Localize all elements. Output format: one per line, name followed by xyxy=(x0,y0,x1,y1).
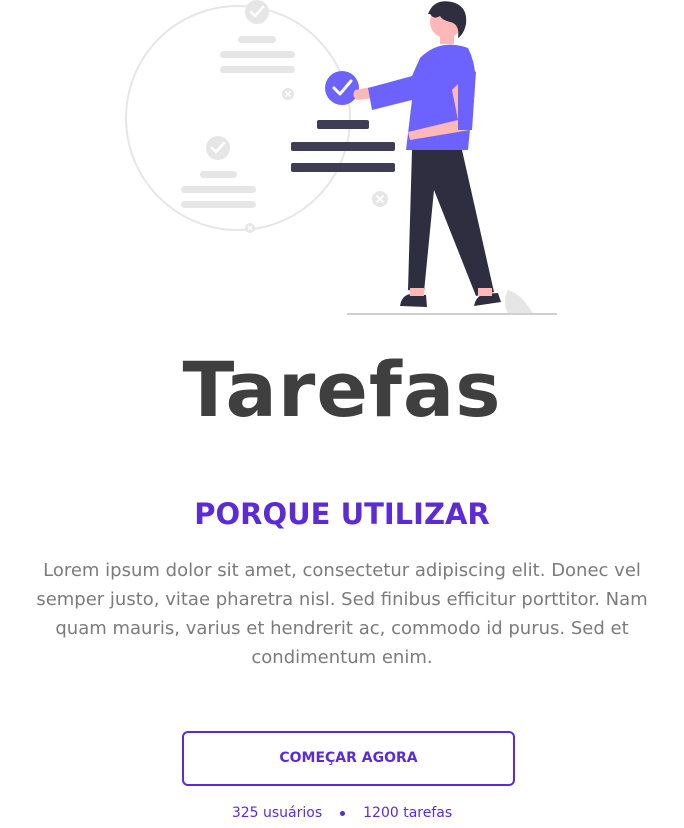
app-title: Tarefas xyxy=(182,345,502,434)
separator-dot xyxy=(340,810,346,816)
intro-description: Lorem ipsum dolor sit amet, consectetur … xyxy=(36,560,648,668)
faded-task-item-bottom xyxy=(181,136,256,233)
stats-bar: 325 usuários 1200 tarefas xyxy=(0,802,684,824)
users-count: 325 usuários xyxy=(231,805,323,821)
hero-illustration xyxy=(125,0,557,315)
background-circle xyxy=(125,5,351,231)
start-now-button[interactable]: COMEÇAR AGORA xyxy=(182,731,515,786)
plant-icon xyxy=(505,290,534,314)
tasks-count: 1200 tarefas xyxy=(363,805,453,821)
section-heading: PORQUE UTILIZAR xyxy=(194,497,490,531)
person-figure xyxy=(353,1,501,307)
